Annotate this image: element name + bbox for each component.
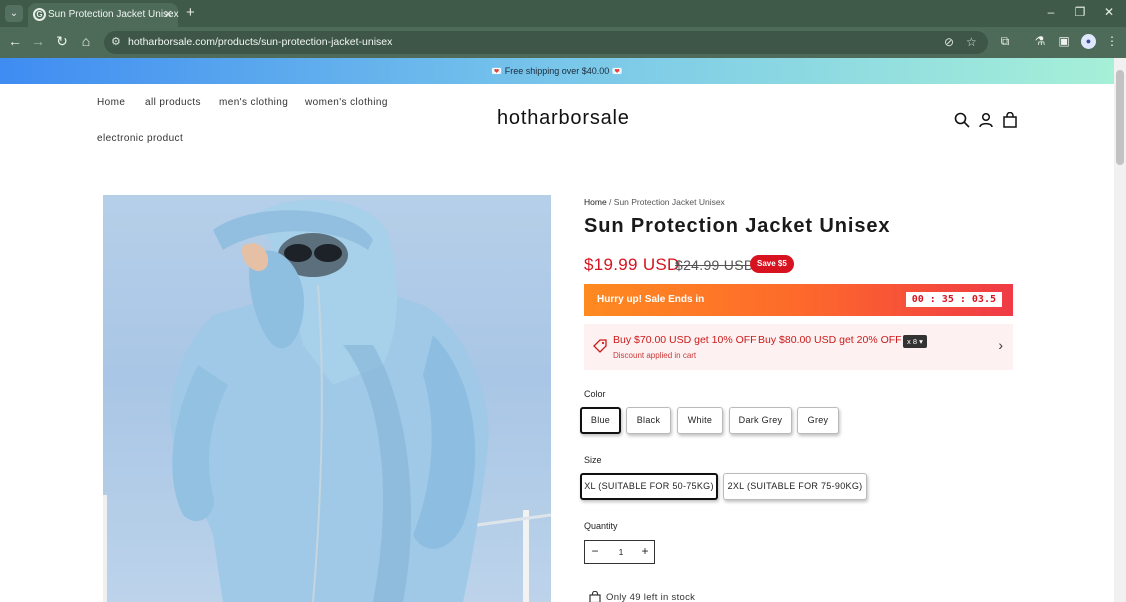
stock-bag-icon	[589, 591, 601, 602]
sale-countdown-bar: Hurry up! Sale Ends in 00 : 35 : 03.5	[584, 284, 1013, 316]
url-text[interactable]: hotharborsale.com/products/sun-protectio…	[128, 36, 392, 48]
color-option-blue[interactable]: Blue	[580, 407, 621, 434]
minimize-icon[interactable]: –	[1043, 5, 1059, 19]
eye-off-icon[interactable]: ⊘	[944, 35, 954, 49]
size-option-2xl[interactable]: 2XL (SUITABLE FOR 75-90KG)	[723, 473, 867, 500]
side-panel-icon[interactable]: ▣	[1056, 34, 1072, 48]
nav-mens-clothing[interactable]: men's clothing	[219, 97, 288, 108]
nav-womens-clothing[interactable]: women's clothing	[305, 97, 388, 108]
quantity-input[interactable]: 1	[614, 547, 628, 557]
store-logo[interactable]: hotharborsale	[497, 107, 630, 130]
browser-window: ⌄ G Sun Protection Jacket Unisex × + – ❐…	[0, 0, 1126, 602]
volume-discount-box[interactable]: Buy $70.00 USD get 10% OFF Buy $80.00 US…	[584, 324, 1013, 370]
discount-count-text: x 8	[907, 337, 918, 346]
sale-banner-text: Hurry up! Sale Ends in	[597, 294, 705, 305]
cart-icon[interactable]	[1002, 112, 1018, 128]
menu-kebab-icon[interactable]: ⋮	[1104, 34, 1120, 48]
model-wearing-jacket-image	[103, 199, 551, 602]
breadcrumb-home-link[interactable]: Home	[584, 197, 607, 207]
quantity-label: Quantity	[584, 521, 618, 531]
browser-toolbar: ← → ↻ ⌂ ⚙ hotharborsale.com/products/sun…	[0, 27, 1126, 58]
discount-offer-1: Buy $70.00 USD get 10% OFF	[613, 334, 757, 346]
web-page: 💌 Free shipping over $40.00 💌 Home all p…	[0, 58, 1114, 602]
sale-price: $19.99 USD	[584, 255, 680, 274]
home-icon[interactable]: ⌂	[77, 33, 95, 49]
price-tag-icon	[593, 339, 607, 353]
chevron-right-icon[interactable]: ›	[998, 337, 1003, 353]
announcement-bar: 💌 Free shipping over $40.00 💌	[0, 58, 1114, 84]
active-tab[interactable]: G Sun Protection Jacket Unisex ×	[28, 3, 179, 27]
breadcrumb-separator: /	[606, 197, 614, 207]
site-favicon-icon: G	[33, 8, 46, 21]
close-tab-icon[interactable]: ×	[164, 6, 172, 21]
breadcrumb: Home / Sun Protection Jacket Unisex	[584, 197, 725, 207]
nav-all-products[interactable]: all products	[145, 97, 201, 108]
reload-icon[interactable]: ↻	[53, 33, 71, 50]
address-bar[interactable]: ⚙ hotharborsale.com/products/sun-protect…	[104, 31, 988, 54]
size-option-xl[interactable]: XL (SUITABLE FOR 50-75KG)	[580, 473, 718, 500]
discount-note: Discount applied in cart	[613, 351, 697, 360]
tab-search-button[interactable]: ⌄	[5, 5, 23, 22]
quantity-decrease-button[interactable]: −	[587, 544, 603, 558]
close-window-icon[interactable]: ✕	[1101, 5, 1117, 19]
discount-offer-2: Buy $80.00 USD get 20% OFF	[758, 334, 902, 346]
product-title: Sun Protection Jacket Unisex	[584, 215, 891, 237]
color-option-dark-grey[interactable]: Dark Grey	[729, 407, 792, 434]
quantity-stepper: − 1 +	[584, 540, 655, 564]
color-option-grey[interactable]: Grey	[797, 407, 839, 434]
size-label: Size	[584, 455, 602, 465]
search-icon[interactable]	[954, 112, 970, 128]
save-badge: Save $5	[750, 255, 794, 273]
compare-price: $24.99 USD	[675, 257, 755, 273]
breadcrumb-current: Sun Protection Jacket Unisex	[613, 197, 725, 207]
forward-icon[interactable]: →	[29, 33, 47, 49]
countdown-timer: 00 : 35 : 03.5	[905, 292, 1002, 307]
color-option-white[interactable]: White	[677, 407, 723, 434]
nav-electronic-product[interactable]: electronic product	[97, 133, 183, 144]
extensions-icon[interactable]: ⧉	[997, 34, 1013, 49]
bookmark-star-icon[interactable]: ☆	[966, 35, 977, 49]
tab-strip: ⌄ G Sun Protection Jacket Unisex × + – ❐…	[0, 0, 1126, 27]
color-label: Color	[584, 389, 606, 399]
restore-icon[interactable]: ❐	[1072, 5, 1088, 19]
quantity-increase-button[interactable]: +	[637, 544, 653, 558]
product-image[interactable]	[103, 195, 551, 602]
tab-title: Sun Protection Jacket Unisex	[48, 9, 179, 20]
site-info-icon[interactable]: ⚙	[111, 35, 121, 48]
scrollbar-thumb[interactable]	[1116, 70, 1124, 165]
page-scrollbar[interactable]	[1114, 58, 1126, 602]
color-option-black[interactable]: Black	[626, 407, 671, 434]
discount-count-dropdown[interactable]: x 8 ▾	[903, 335, 927, 348]
labs-icon[interactable]: ⚗	[1032, 34, 1048, 48]
stock-status: Only 49 left in stock	[606, 592, 696, 602]
profile-avatar-icon[interactable]: ●	[1081, 34, 1096, 49]
back-icon[interactable]: ←	[6, 33, 24, 49]
nav-home[interactable]: Home	[97, 97, 125, 108]
account-icon[interactable]	[978, 112, 994, 128]
new-tab-icon[interactable]: +	[186, 4, 195, 21]
